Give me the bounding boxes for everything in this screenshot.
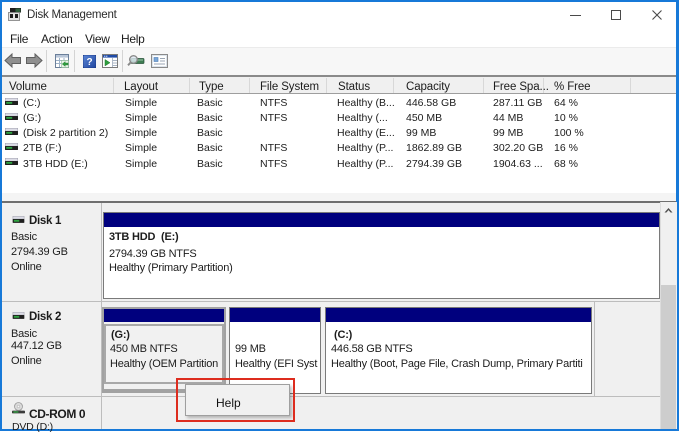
svg-text:?: ? bbox=[86, 57, 92, 68]
